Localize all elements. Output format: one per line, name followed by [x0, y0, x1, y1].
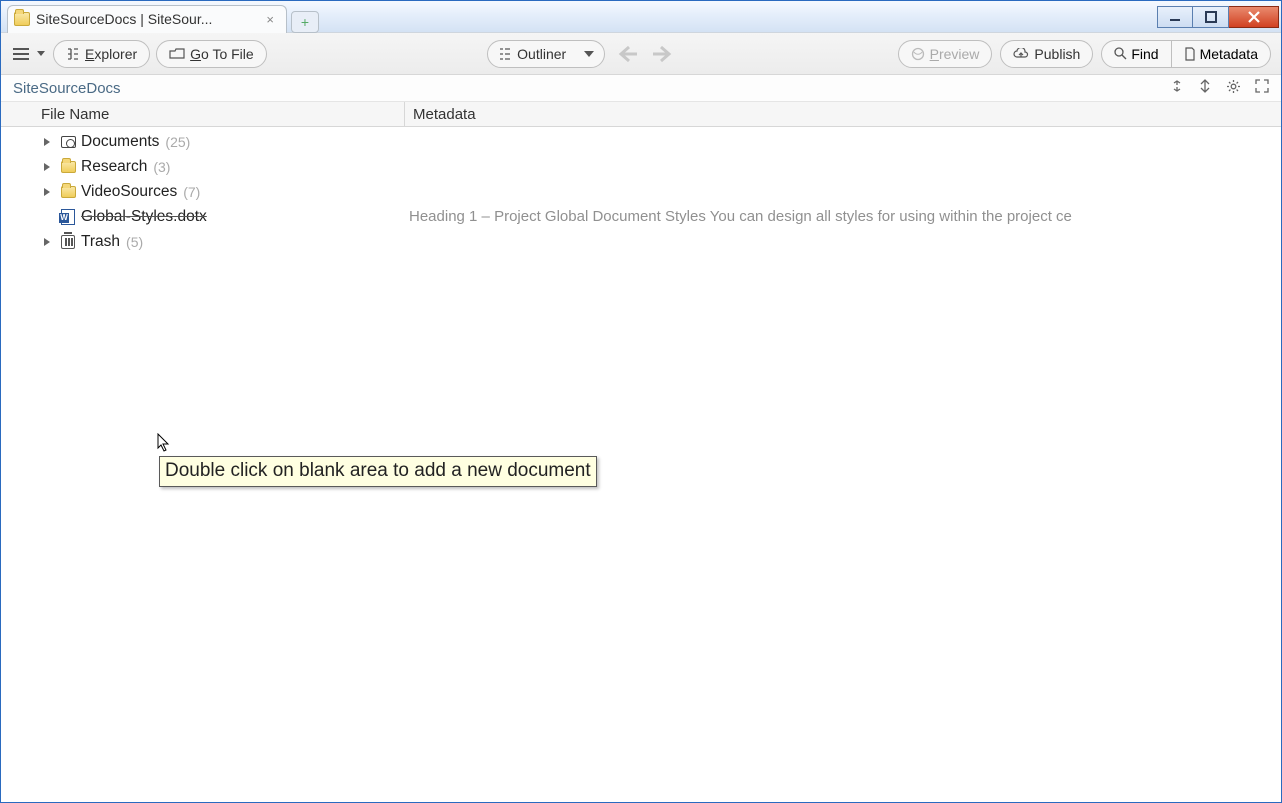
tab-title: SiteSourceDocs | SiteSour... — [36, 11, 212, 27]
menu-button[interactable] — [11, 44, 47, 64]
item-count: (25) — [165, 134, 190, 150]
tooltip: Double click on blank area to add a new … — [159, 456, 597, 487]
disclosure-triangle-icon[interactable] — [39, 162, 55, 172]
tree-item-label: Global-Styles.dotx — [81, 208, 207, 226]
content-area[interactable]: Documents (25) Research (3) VideoSources (7) W… — [1, 127, 1281, 802]
explorer-label: Explorer — [85, 46, 137, 62]
item-count: (7) — [183, 184, 200, 200]
collapse-icon[interactable] — [1170, 79, 1184, 97]
toolbar: Explorer Go To File Outliner — [1, 33, 1281, 75]
disclosure-triangle-icon[interactable] — [39, 187, 55, 197]
find-metadata-group: Find Metadata — [1101, 40, 1271, 68]
preview-label: Preview — [930, 46, 980, 62]
tree-row[interactable]: Documents (25) — [1, 129, 1281, 154]
explorer-button[interactable]: Explorer — [53, 40, 150, 68]
browser-icon — [911, 47, 925, 61]
tree-item-label: Documents — [81, 133, 159, 151]
view-mode-dropdown[interactable]: Outliner — [487, 40, 605, 68]
caret-down-icon — [584, 51, 594, 57]
expand-icon[interactable] — [1198, 79, 1212, 97]
search-icon — [1114, 47, 1127, 60]
column-headers: File Name Metadata — [1, 102, 1281, 127]
item-count: (5) — [126, 234, 143, 250]
camera-icon — [59, 134, 77, 150]
nav-back-button[interactable] — [613, 40, 641, 68]
outliner-icon — [498, 47, 512, 61]
document-icon — [1184, 47, 1196, 61]
tree-item-label: Research — [81, 158, 147, 176]
settings-icon[interactable] — [1226, 79, 1241, 98]
fullscreen-icon[interactable] — [1255, 79, 1269, 97]
metadata-label: Metadata — [1200, 46, 1258, 62]
close-tab-icon[interactable]: × — [262, 12, 278, 27]
maximize-button[interactable] — [1193, 6, 1229, 28]
folder-icon — [59, 159, 77, 175]
cursor-icon — [157, 433, 171, 458]
tree-item-label: Trash — [81, 233, 120, 251]
tree-row[interactable]: VideoSources (7) — [1, 179, 1281, 204]
folder-icon — [59, 184, 77, 200]
nav-forward-button[interactable] — [649, 40, 677, 68]
folder-icon — [14, 12, 30, 26]
file-tree: Documents (25) Research (3) VideoSources (7) W… — [1, 127, 1281, 254]
tree-row[interactable]: Trash (5) — [1, 229, 1281, 254]
new-tab-button[interactable]: + — [291, 11, 319, 33]
publish-label: Publish — [1034, 46, 1080, 62]
outliner-label: Outliner — [517, 46, 566, 62]
gotofile-label: Go To File — [190, 46, 254, 62]
tree-row[interactable]: Research (3) — [1, 154, 1281, 179]
column-header-filename[interactable]: File Name — [1, 102, 405, 126]
disclosure-triangle-icon[interactable] — [39, 137, 55, 147]
caret-down-icon — [37, 51, 45, 56]
tree-icon — [66, 47, 80, 61]
find-label: Find — [1131, 46, 1158, 62]
tree-row[interactable]: WGlobal-Styles.dotx Heading 1 – Project G… — [1, 204, 1281, 229]
breadcrumb[interactable]: SiteSourceDocs — [13, 80, 121, 97]
trash-icon — [59, 234, 77, 250]
preview-button[interactable]: Preview — [898, 40, 993, 68]
browser-tab[interactable]: SiteSourceDocs | SiteSour... × — [7, 5, 287, 33]
breadcrumb-bar: SiteSourceDocs — [1, 75, 1281, 102]
go-to-file-button[interactable]: Go To File — [156, 40, 267, 68]
item-count: (3) — [153, 159, 170, 175]
folder-open-icon — [169, 48, 185, 60]
disclosure-triangle-icon[interactable] — [39, 237, 55, 247]
cloud-upload-icon — [1013, 48, 1029, 60]
minimize-button[interactable] — [1157, 6, 1193, 28]
word-icon: W — [59, 209, 77, 225]
tree-item-label: VideoSources — [81, 183, 177, 201]
titlebar: SiteSourceDocs | SiteSour... × + — [1, 1, 1281, 33]
publish-button[interactable]: Publish — [1000, 40, 1093, 68]
column-header-metadata[interactable]: Metadata — [405, 102, 1281, 126]
metadata-button[interactable]: Metadata — [1171, 41, 1270, 67]
find-button[interactable]: Find — [1102, 41, 1170, 67]
tree-item-metadata: Heading 1 – Project Global Document Styl… — [409, 208, 1072, 225]
close-window-button[interactable] — [1229, 6, 1279, 28]
